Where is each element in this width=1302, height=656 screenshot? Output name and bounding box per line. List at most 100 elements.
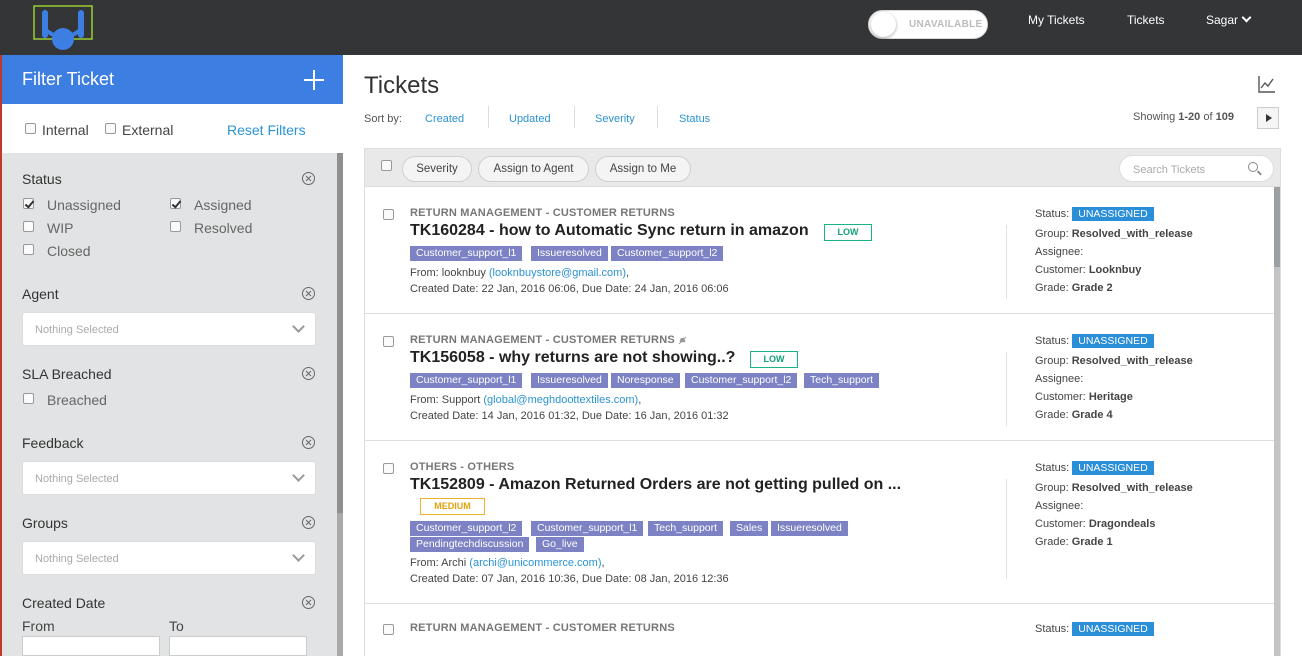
ticket-grade: Grade: Grade 2 [1035,282,1113,294]
created-date: 14 Jan, 2016 01:32 [481,410,576,422]
internal-checkbox[interactable] [25,123,36,134]
page-title: Tickets [364,72,440,99]
tag[interactable]: Go_live [536,537,584,552]
assign-to-me-button[interactable]: Assign to Me [595,156,691,182]
tag[interactable]: Tech_support [804,373,880,388]
tag[interactable]: Issueresolved [531,246,608,261]
ticket-category: OTHERS - OTHERS [410,461,515,473]
tag[interactable]: Customer_support_l1 [531,521,644,536]
ticket-title[interactable]: TK156058 - why returns are not showing..… [410,349,735,367]
unassigned-checkbox[interactable] [23,198,34,209]
ticket-group: Group: Resolved_with_release [1035,355,1193,367]
reset-filters-link[interactable]: Reset Filters [227,122,306,138]
ticket-checkbox[interactable] [383,209,394,220]
add-filter-plus-icon[interactable] [304,70,324,90]
ticket-from: From: Archi (archi@unicommerce.com), [410,557,605,569]
tag[interactable]: Customer_support_l2 [685,373,798,388]
tag[interactable]: Customer_support_l1 [410,246,523,261]
showing-range: 1-20 [1178,111,1201,123]
created-label: Created Date: [410,573,482,585]
search-tickets-input[interactable]: Search Tickets [1119,155,1274,182]
groups-select-placeholder: Nothing Selected [35,553,119,565]
ticket-row[interactable]: RETURN MANAGEMENT - CUSTOMER RETURNS TK1… [365,314,1274,441]
nav-my-tickets[interactable]: My Tickets [1028,13,1085,27]
tag[interactable]: Issueresolved [531,373,608,388]
from-label: From: [410,557,442,569]
groups-select[interactable]: Nothing Selected [22,541,316,575]
availability-label: UNAVAILABLE [909,19,983,30]
ticket-customer: Customer: Heritage [1035,391,1133,403]
due-label: , Due Date: [575,283,635,295]
status-badge: UNASSIGNED [1072,461,1154,475]
agent-select[interactable]: Nothing Selected [22,312,316,346]
tag[interactable]: Tech_support [648,521,724,536]
ticket-title[interactable]: TK152809 - Amazon Returned Orders are no… [410,476,901,494]
sort-status[interactable]: Status [679,113,710,125]
clear-agent-icon[interactable] [302,287,315,300]
tag[interactable]: Customer_support_l2 [410,521,523,536]
resolved-checkbox[interactable] [170,221,181,232]
clear-created-date-icon[interactable] [302,596,315,609]
assignee-label: Assignee: [1035,373,1084,385]
tag[interactable]: Issueresolved [771,521,848,536]
tag[interactable]: Customer_support_l1 [410,373,523,388]
from-name: Archi [441,557,467,569]
status-filter-heading: Status [22,171,62,187]
next-page-button[interactable] [1257,107,1279,129]
brand-logo[interactable] [33,5,93,50]
severity-button[interactable]: Severity [402,156,472,182]
assign-to-agent-button[interactable]: Assign to Agent [478,156,589,182]
clear-status-icon[interactable] [302,172,315,185]
tag[interactable]: Sales [730,521,769,536]
feedback-select[interactable]: Nothing Selected [22,461,316,495]
user-menu[interactable]: Sagar [1206,12,1252,27]
clear-groups-icon[interactable] [302,516,315,529]
from-date-input[interactable] [22,636,160,656]
grade-label: Grade: [1035,282,1069,294]
ticket-checkbox[interactable] [383,463,394,474]
from-email-link[interactable]: (archi@unicommerce.com) [469,557,601,569]
closed-checkbox[interactable] [23,244,34,255]
bulk-action-toolbar: Severity Assign to Agent Assign to Me Se… [364,148,1281,187]
sort-severity[interactable]: Severity [595,113,635,125]
group-value: Resolved_with_release [1071,482,1193,494]
breached-checkbox[interactable] [23,393,34,404]
availability-toggle[interactable]: UNAVAILABLE [868,10,988,39]
assigned-checkbox[interactable] [170,198,181,209]
group-label: Group: [1035,228,1069,240]
divider [488,106,489,128]
ticket-row[interactable]: RETURN MANAGEMENT - CUSTOMER RETURNS Sta… [365,604,1274,656]
feedback-select-placeholder: Nothing Selected [35,473,119,485]
ticket-from: From: Support (global@meghdoottextiles.c… [410,394,642,406]
wip-checkbox[interactable] [23,221,34,232]
ticket-status: Status: UNASSIGNED [1035,207,1154,221]
ticket-customer: Customer: Dragondeals [1035,518,1155,530]
showing-of: of [1200,111,1216,123]
from-name: looknbuy [441,267,486,279]
to-date-input[interactable] [169,636,307,656]
tag[interactable]: Customer_support_l2 [611,246,724,261]
ticket-row[interactable]: RETURN MANAGEMENT - CUSTOMER RETURNS TK1… [365,187,1274,314]
sort-updated[interactable]: Updated [509,113,551,125]
select-all-checkbox[interactable] [381,160,392,171]
from-email-link[interactable]: (looknbuystore@gmail.com) [489,267,626,279]
showing-total: 109 [1215,111,1234,123]
from-email-link[interactable]: (global@meghdoottextiles.com) [483,394,638,406]
external-checkbox[interactable] [105,123,116,134]
tag[interactable]: Pendingtechdiscussion [410,537,530,552]
chart-icon[interactable] [1258,75,1276,93]
ticket-row[interactable]: OTHERS - OTHERS TK152809 - Amazon Return… [365,441,1274,604]
ticket-title[interactable]: TK160284 - how to Automatic Sync return … [410,222,809,240]
ticket-checkbox[interactable] [383,624,394,635]
ticket-list-scroll-thumb[interactable] [1274,187,1280,267]
tag[interactable]: Noresponse [611,373,680,388]
clear-feedback-icon[interactable] [302,436,315,449]
ticket-status: Status: UNASSIGNED [1035,334,1154,348]
showing-prefix: Showing [1133,111,1179,123]
nav-tickets[interactable]: Tickets [1127,13,1165,27]
group-value: Resolved_with_release [1071,355,1193,367]
sort-created[interactable]: Created [425,113,464,125]
ticket-checkbox[interactable] [383,336,394,347]
ticket-list-scrollbar[interactable] [1274,187,1280,656]
clear-sla-icon[interactable] [302,367,315,380]
